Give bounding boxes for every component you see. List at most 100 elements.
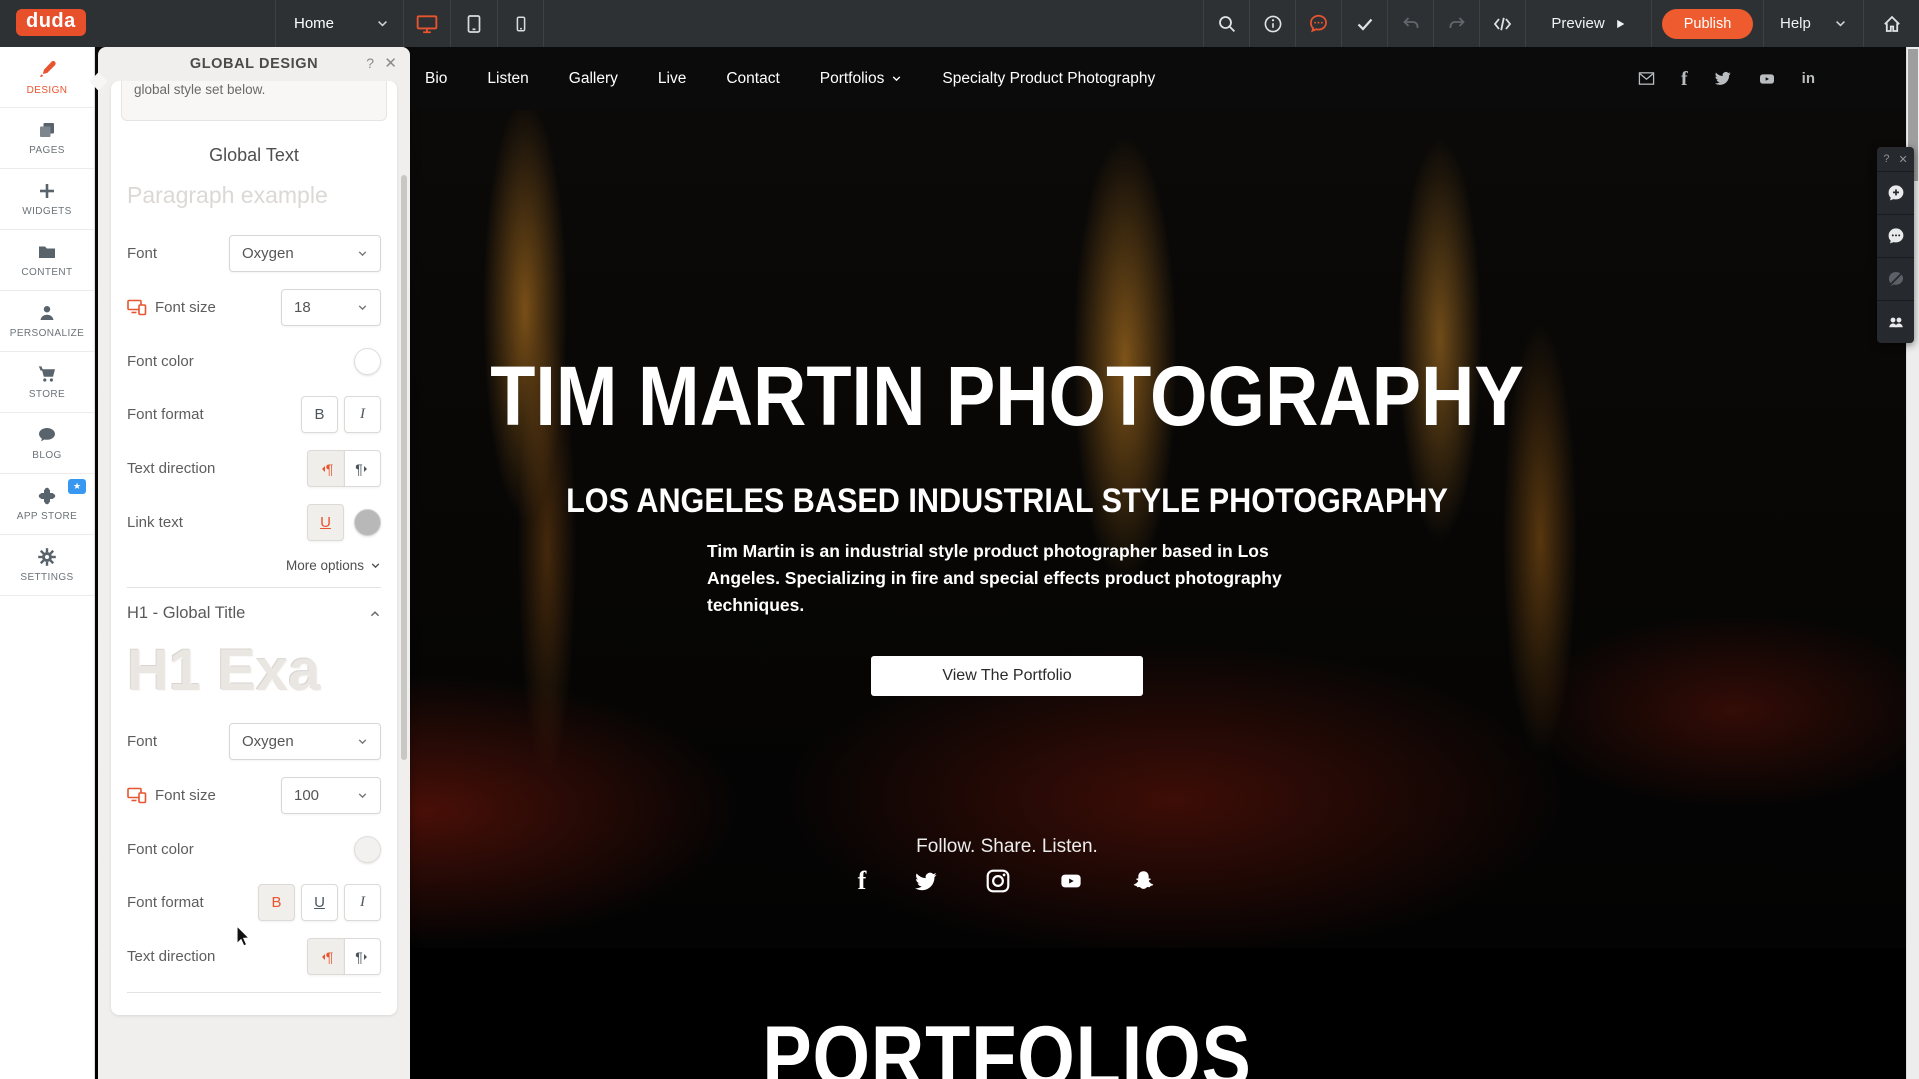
twitter-icon[interactable] <box>912 870 939 893</box>
desktop-view-button[interactable] <box>403 0 450 47</box>
publish-button[interactable]: Publish <box>1662 9 1754 39</box>
nav-item-specialty[interactable]: Specialty Product Photography <box>942 70 1155 88</box>
view-portfolio-button[interactable]: View The Portfolio <box>871 656 1143 696</box>
hero-title[interactable]: TIM MARTIN PHOTOGRAPHY <box>204 348 1809 445</box>
pilcrow-rtl-icon: ¶ <box>355 950 370 964</box>
toolbar-close-button[interactable]: ✕ <box>1898 153 1907 166</box>
direction-ltr-button[interactable]: ¶ <box>307 450 344 487</box>
preview-button[interactable]: Preview <box>1525 0 1651 47</box>
dashboard-home-button[interactable] <box>1863 0 1919 47</box>
youtube-icon[interactable] <box>1057 870 1085 892</box>
font-size-label: Font size <box>155 299 216 316</box>
sidebar-item-blog[interactable]: BLOG <box>0 413 94 474</box>
info-button[interactable] <box>1249 0 1295 47</box>
h1-font-color-row: Font color <box>127 831 381 867</box>
comments-button[interactable] <box>1295 0 1341 47</box>
help-menu[interactable]: Help <box>1763 0 1863 47</box>
sidebar-item-personalize[interactable]: PERSONALIZE <box>0 291 94 352</box>
plus-icon <box>37 181 57 201</box>
font-select[interactable]: Oxygen <box>229 235 381 272</box>
font-format-row: Font format B I <box>127 396 381 433</box>
h1-font-select[interactable]: Oxygen <box>229 723 381 760</box>
sidebar-item-content[interactable]: CONTENT <box>0 230 94 291</box>
nav-item-listen[interactable]: Listen <box>487 70 528 88</box>
nav-item-gallery[interactable]: Gallery <box>569 70 618 88</box>
publish-cell: Publish <box>1651 0 1763 47</box>
youtube-icon[interactable] <box>1757 71 1777 87</box>
font-size-select[interactable]: 18 <box>281 289 381 326</box>
twitter-icon[interactable] <box>1713 70 1732 87</box>
instagram-icon[interactable] <box>985 868 1011 894</box>
mobile-view-button[interactable] <box>497 0 544 47</box>
redo-button[interactable] <box>1433 0 1479 47</box>
panel-scroll-area[interactable]: global style set below. Global Text Para… <box>98 81 410 1079</box>
dev-mode-button[interactable] <box>1479 0 1525 47</box>
global-text-heading: Global Text <box>127 145 381 166</box>
chevron-down-icon <box>370 560 381 571</box>
nav-item-portfolios[interactable]: Portfolios <box>820 70 903 88</box>
search-button[interactable] <box>1203 0 1249 47</box>
bold-button[interactable]: B <box>301 396 338 433</box>
comment-bubble-icon <box>1308 13 1329 34</box>
h1-font-color-swatch[interactable] <box>354 836 381 863</box>
tablet-view-button[interactable] <box>450 0 497 47</box>
panel-help-button[interactable]: ? <box>366 55 374 71</box>
comments-toolbar: ? ✕ <box>1877 147 1914 343</box>
h1-font-select-value: Oxygen <box>242 733 294 750</box>
facebook-icon[interactable]: f <box>1681 69 1688 89</box>
portfolios-heading[interactable]: PORTFOLIOS <box>223 1008 1792 1079</box>
font-select-value: Oxygen <box>242 245 294 262</box>
direction-rtl-button[interactable]: ¶ <box>344 450 381 487</box>
sidebar-item-widgets[interactable]: WIDGETS <box>0 169 94 230</box>
link-color-swatch[interactable] <box>354 509 381 536</box>
pilcrow-ltr-icon: ¶ <box>319 950 334 964</box>
sidebar-item-store[interactable]: STORE <box>0 352 94 413</box>
h1-section-header[interactable]: H1 - Global Title <box>127 604 381 623</box>
chevron-down-icon <box>357 736 368 747</box>
sidebar-label: SETTINGS <box>20 572 73 583</box>
text-direction-row: Text direction ¶ ¶ <box>127 450 381 487</box>
facebook-icon[interactable]: f <box>858 868 867 894</box>
hero-subtitle[interactable]: LOS ANGELES BASED INDUSTRIAL STYLE PHOTO… <box>186 482 1828 521</box>
sidebar-item-app-store[interactable]: ★ APP STORE <box>0 474 94 535</box>
text-direction-label: Text direction <box>127 948 215 965</box>
collaborators-button[interactable] <box>1877 300 1914 343</box>
h1-italic-button[interactable]: I <box>344 884 381 921</box>
link-underline-button[interactable]: U <box>307 504 344 541</box>
undo-button[interactable] <box>1387 0 1433 47</box>
approve-button[interactable] <box>1341 0 1387 47</box>
h1-font-size-select[interactable]: 100 <box>281 777 381 814</box>
toolbar-help-button[interactable]: ? <box>1883 153 1889 165</box>
h1-direction-ltr-button[interactable]: ¶ <box>307 938 344 975</box>
add-comment-button[interactable] <box>1877 171 1914 214</box>
show-comments-button[interactable] <box>1877 214 1914 257</box>
duda-logo[interactable]: duda <box>16 9 86 36</box>
undo-icon <box>1401 14 1421 34</box>
h1-section-title: H1 - Global Title <box>127 604 245 623</box>
hide-comments-button[interactable] <box>1877 257 1914 300</box>
hero-body-text[interactable]: Tim Martin is an industrial style produc… <box>707 538 1307 619</box>
sidebar-item-design[interactable]: DESIGN <box>0 47 94 108</box>
panel-close-button[interactable]: ✕ <box>384 54 397 72</box>
nav-item-contact[interactable]: Contact <box>726 70 779 88</box>
sidebar-item-settings[interactable]: SETTINGS <box>0 535 94 596</box>
italic-button[interactable]: I <box>344 396 381 433</box>
sidebar-item-pages[interactable]: PAGES <box>0 108 94 169</box>
panel-scrollbar[interactable] <box>401 175 407 760</box>
h1-underline-button[interactable]: U <box>301 884 338 921</box>
site-nav-links: Bio Listen Gallery Live Contact Portfoli… <box>425 70 1155 88</box>
h1-bold-button[interactable]: B <box>258 884 295 921</box>
h1-direction-rtl-button[interactable]: ¶ <box>344 938 381 975</box>
more-options-link[interactable]: More options <box>127 558 381 573</box>
text-direction-label: Text direction <box>127 460 215 477</box>
paragraph-preview: Paragraph example <box>127 182 381 209</box>
email-icon[interactable] <box>1637 70 1656 87</box>
nav-item-bio[interactable]: Bio <box>425 70 447 88</box>
page-selector[interactable]: Home <box>275 0 403 47</box>
panel-note: global style set below. <box>121 81 387 121</box>
snapchat-icon[interactable] <box>1131 869 1156 894</box>
linkedin-icon[interactable]: in <box>1802 71 1815 86</box>
nav-item-live[interactable]: Live <box>658 70 686 88</box>
sidebar-label: PAGES <box>29 145 65 156</box>
font-color-swatch[interactable] <box>354 348 381 375</box>
